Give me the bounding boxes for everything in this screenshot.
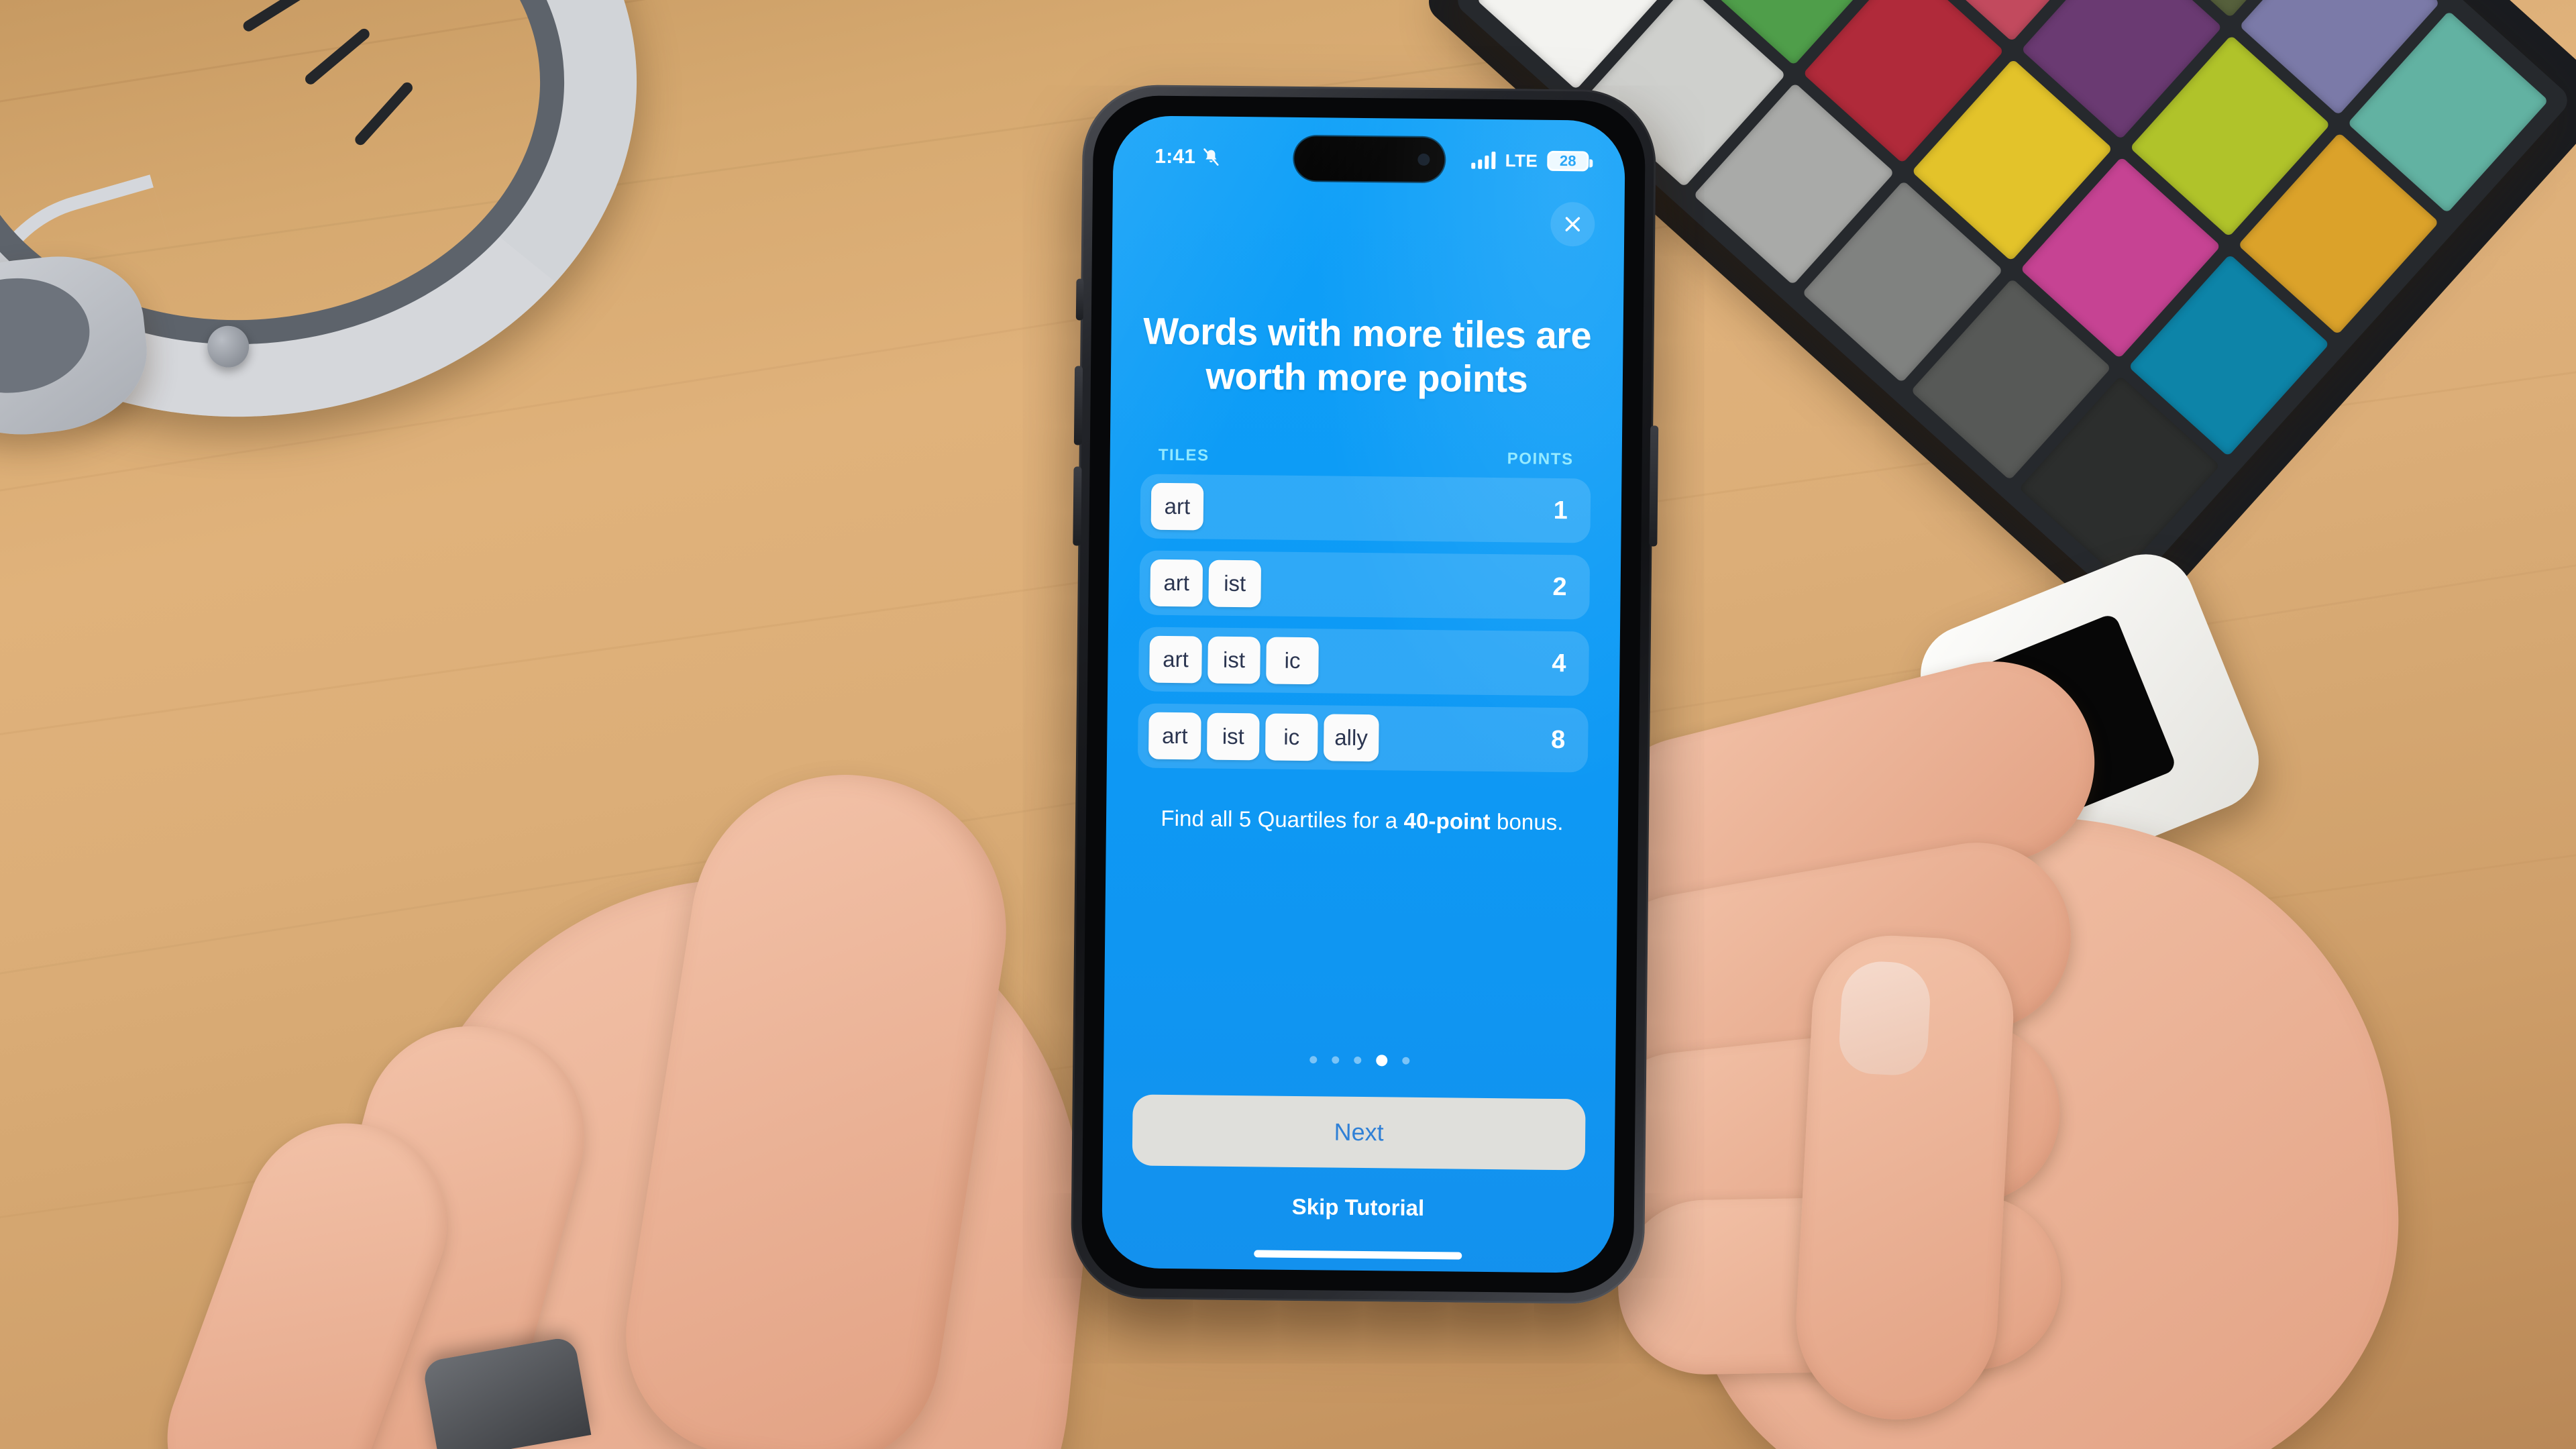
battery-level: 28 bbox=[1559, 152, 1576, 170]
power-button[interactable] bbox=[1649, 425, 1659, 547]
bonus-highlight: 40-point bbox=[1403, 808, 1491, 835]
volume-up-button[interactable] bbox=[1073, 366, 1083, 445]
word-tile: art bbox=[1148, 712, 1201, 760]
right-little-finger bbox=[1616, 1193, 2063, 1376]
word-tile: ic bbox=[1266, 637, 1319, 685]
pagination-dot[interactable] bbox=[1354, 1056, 1362, 1064]
bell-slash-icon bbox=[1202, 148, 1220, 166]
status-time: 1:41 bbox=[1155, 145, 1196, 168]
thumb-nail bbox=[1837, 959, 1932, 1077]
pagination-dot-active[interactable] bbox=[1376, 1055, 1388, 1067]
wristwatch bbox=[421, 1336, 592, 1449]
points-value: 4 bbox=[1552, 649, 1566, 678]
smartphone: 1:41 LTE 28 Words with more tiles are wo… bbox=[1070, 84, 1659, 1305]
battery-icon: 28 bbox=[1547, 150, 1589, 172]
headphones bbox=[0, 0, 669, 455]
pagination-dot[interactable] bbox=[1309, 1056, 1318, 1064]
close-icon[interactable] bbox=[1550, 201, 1595, 247]
photo-scene: 1:41 LTE 28 Words with more tiles are wo… bbox=[0, 0, 2576, 1449]
phone-bezel: 1:41 LTE 28 Words with more tiles are wo… bbox=[1081, 95, 1646, 1294]
status-bar-left: 1:41 bbox=[1155, 146, 1220, 169]
points-column-header: POINTS bbox=[1507, 449, 1574, 469]
table-row: art ist 2 bbox=[1139, 550, 1591, 620]
white-handheld-device bbox=[1905, 539, 2274, 896]
front-camera bbox=[1417, 153, 1430, 166]
skip-tutorial-button[interactable]: Skip Tutorial bbox=[1132, 1192, 1585, 1222]
tutorial-content: Words with more tiles are worth more poi… bbox=[1104, 241, 1624, 1099]
tutorial-footer: Next Skip Tutorial bbox=[1102, 1094, 1615, 1223]
flex-spacer bbox=[1134, 831, 1587, 1057]
phone-screen: 1:41 LTE 28 Words with more tiles are wo… bbox=[1102, 115, 1625, 1273]
tile-group: art ist bbox=[1150, 559, 1262, 608]
tiles-column-header: TILES bbox=[1158, 445, 1210, 465]
bonus-suffix: bonus. bbox=[1490, 809, 1564, 835]
close-row bbox=[1112, 180, 1625, 247]
points-value: 2 bbox=[1552, 572, 1567, 601]
tile-group: art ist ic ally bbox=[1148, 712, 1379, 762]
bonus-prefix: Find all 5 Quartiles for a bbox=[1161, 806, 1404, 833]
table-row: art ist ic 4 bbox=[1138, 627, 1589, 696]
word-tile: ally bbox=[1323, 714, 1379, 762]
word-tile: ic bbox=[1265, 713, 1318, 761]
home-indicator[interactable] bbox=[1253, 1250, 1462, 1260]
word-tile: art bbox=[1149, 635, 1202, 684]
pagination-dot[interactable] bbox=[1402, 1057, 1410, 1065]
word-tile: ist bbox=[1208, 559, 1262, 608]
tile-group: art ist ic bbox=[1149, 635, 1319, 685]
right-thumb bbox=[1790, 931, 2018, 1425]
page-title: Words with more tiles are worth more poi… bbox=[1142, 309, 1592, 400]
status-bar-right: LTE 28 bbox=[1471, 150, 1589, 172]
score-table: art 1 art ist 2 art ist ic 4 art ist ic ally 8 bbox=[1137, 474, 1591, 773]
volume-down-button[interactable] bbox=[1073, 466, 1082, 546]
next-button[interactable]: Next bbox=[1132, 1094, 1586, 1171]
word-tile: ist bbox=[1208, 636, 1260, 684]
points-value: 8 bbox=[1550, 725, 1566, 754]
word-tile: art bbox=[1150, 482, 1204, 531]
pagination-dot[interactable] bbox=[1332, 1056, 1340, 1064]
right-ring-finger bbox=[1582, 1013, 2069, 1242]
dynamic-island bbox=[1293, 136, 1445, 182]
word-tile: ist bbox=[1206, 712, 1260, 761]
table-row: art ist ic ally 8 bbox=[1137, 703, 1589, 773]
cellular-signal-icon bbox=[1471, 151, 1496, 170]
table-row: art 1 bbox=[1140, 474, 1591, 543]
network-label: LTE bbox=[1505, 150, 1538, 171]
right-palm bbox=[1653, 788, 2422, 1449]
left-finger bbox=[139, 1095, 476, 1449]
silent-switch[interactable] bbox=[1075, 278, 1084, 321]
word-tile: art bbox=[1150, 559, 1203, 607]
column-headers: TILES POINTS bbox=[1141, 446, 1591, 470]
tile-group: art bbox=[1150, 482, 1204, 531]
status-bar: 1:41 LTE 28 bbox=[1113, 115, 1625, 185]
points-value: 1 bbox=[1553, 496, 1568, 525]
